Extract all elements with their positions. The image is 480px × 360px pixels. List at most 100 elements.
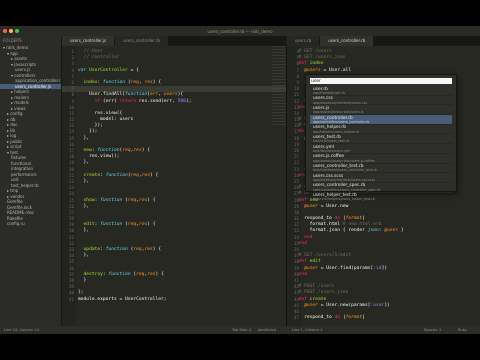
minimap[interactable] <box>272 46 286 126</box>
code-token: (err) <box>100 98 120 104</box>
code-token: end <box>298 240 307 246</box>
goto-result-item[interactable]: user.rb app/models/user.rb <box>310 86 452 96</box>
goto-result-item[interactable]: users_controller_test.rb test/functional/… <box>310 164 452 174</box>
tab-bar-left: users_controller.js users_controller.rb <box>62 36 286 46</box>
code-token: respond_to <box>293 315 335 321</box>
editor-tab[interactable]: users_controller.rb <box>115 36 168 46</box>
code-token: # GET /users/1/edit <box>298 253 352 259</box>
code-token: UserController <box>89 67 128 73</box>
code-token: req <box>127 197 137 203</box>
code-line: 41 module.exports = UserController; <box>62 297 286 303</box>
code-token: model: users <box>78 117 134 123</box>
code-left: 1 // User 2 // controller 3 4 var UserContro… <box>62 49 286 303</box>
status-tab-size-left[interactable]: Tab Size: 2 <box>232 328 251 332</box>
code-token: edit <box>78 222 95 228</box>
status-syntax-right[interactable]: Ruby <box>458 328 467 332</box>
code-token: @users <box>304 67 321 73</box>
editor-pane-left[interactable]: 1 // User 2 // controller 3 4 var UserContro… <box>62 46 286 326</box>
code-token: function <box>100 222 123 228</box>
code-token: }); <box>78 129 98 135</box>
goto-result-item[interactable]: users_controller_spec.rb spec/controllers… <box>310 183 452 193</box>
code-token: edit <box>309 259 321 265</box>
code-token: # GET /users.json <box>298 55 346 61</box>
status-syntax-left[interactable]: JavaScript <box>258 328 276 332</box>
goto-result-item[interactable]: users.js app/assets/javascripts/users.js <box>310 105 452 116</box>
goto-result-item[interactable]: users_controller.rb app/controllers/users… <box>310 115 452 125</box>
code-token: = User.new <box>317 203 349 209</box>
goto-results: user.rb app/models/user.rb users.css app/as… <box>310 86 452 203</box>
code-token: res <box>144 247 153 252</box>
code-token: :user <box>370 302 385 308</box>
code-token: # GET /users <box>298 49 332 54</box>
code-token: ) { <box>152 79 162 85</box>
sidebar-heading: FOLDERS <box>3 38 22 43</box>
goto-result-path: test/functional/users_controller_test.rb <box>313 168 377 173</box>
code-token: format.json { render <box>293 228 368 234</box>
code-token: }, <box>78 228 90 234</box>
code-token: ); <box>185 98 192 104</box>
code-token: ]) <box>384 302 390 308</box>
code-token: destroy <box>78 271 103 277</box>
code-token: end <box>298 271 307 277</box>
code-token: def <box>298 61 307 67</box>
code-token: | <box>362 216 365 222</box>
code-token: // controller <box>83 55 120 61</box>
goto-result-path: app/assets/stylesheets/users.css <box>313 100 368 105</box>
code-token: function <box>125 92 148 98</box>
goto-result-item[interactable]: users.js.coffee app/assets/javascripts/us… <box>310 154 452 164</box>
code-token: :id <box>373 265 382 271</box>
status-position-right: Line 1, Column 1 <box>292 328 323 332</box>
file-tree: ▾ rails_demo ▾ app ▸ assets ▾ javascripts us… <box>0 45 61 227</box>
code-token: res <box>141 172 151 178</box>
code-token: = User.all <box>320 67 352 73</box>
goto-result-item[interactable]: users.css.scss app/assets/stylesheets/use… <box>310 173 452 183</box>
goto-result-path: app/controllers/users_controller.rb <box>313 119 370 124</box>
code-token: function <box>100 197 123 203</box>
code-token: res <box>138 222 148 228</box>
code-token: res <box>147 271 156 277</box>
code-token: new <box>78 148 92 153</box>
code-token: create <box>309 296 327 302</box>
goto-result-item[interactable]: users.yml test/fixtures/users.yml <box>310 144 452 154</box>
code-token: }, <box>78 135 90 141</box>
sidebar: FOLDERS ▾ rails_demo ▾ app ▸ assets ▾ javas… <box>0 36 62 326</box>
sidebar-item[interactable]: config.ru <box>0 221 61 227</box>
code-token: } <box>398 228 404 234</box>
goto-result-path: app/models/user.rb <box>313 90 345 95</box>
code-token: 500 <box>177 98 186 104</box>
goto-search-input[interactable] <box>310 78 452 84</box>
goto-result-item[interactable]: users.css app/assets/stylesheets/users.cs… <box>310 96 452 106</box>
code-token: res <box>133 148 142 153</box>
goto-result-path: app/assets/javascripts/users.js.coffee <box>313 158 375 163</box>
status-tab-size-right[interactable]: Spaces: 2 <box>424 328 441 332</box>
code-token: respond_to <box>293 216 335 222</box>
code-token: ) { <box>147 222 156 228</box>
editor-tab[interactable]: users_controller.rb <box>320 36 374 46</box>
code-token: ) { <box>150 172 159 178</box>
code-token: end <box>304 234 313 240</box>
code-token: function <box>105 172 128 178</box>
goto-result-path: test/fixtures/users.yml <box>313 149 351 154</box>
goto-result-path: test/unit/helpers/users_helper_test.rb <box>313 197 375 202</box>
goto-result-item[interactable]: users_helper_test.rb test/unit/helpers/us… <box>310 193 452 203</box>
code-token: format.html <box>293 222 343 228</box>
code-token: return <box>119 98 137 104</box>
goto-result-item[interactable]: users_helper.rb app/helpers/users_helper.… <box>310 125 452 135</box>
code-token: # new.html.erb <box>342 222 382 228</box>
editor-tab[interactable]: users.rb <box>287 36 320 46</box>
code-token: # POST /users.json <box>298 290 349 296</box>
code-token: function <box>105 247 128 252</box>
code-token: res.send(err, <box>136 98 178 104</box>
code-line: 47 respond_to do |format| <box>287 315 480 321</box>
title-bar: users_controller.rb — rails_demo <box>0 26 480 36</box>
goto-result-item[interactable]: users_test.rb test/unit/users_test.rb <box>310 134 452 145</box>
code-token: } <box>78 277 87 283</box>
editor-tab[interactable]: users_controller.js <box>62 36 114 46</box>
window-title: users_controller.rb — rails_demo <box>207 28 273 34</box>
